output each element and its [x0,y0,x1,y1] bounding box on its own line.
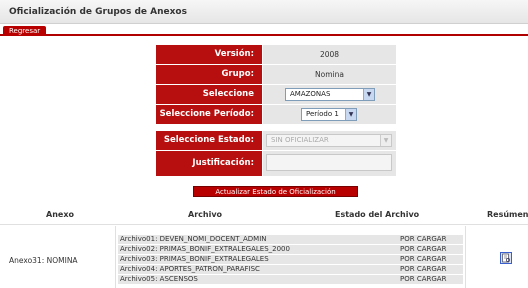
archivo-state: POR CARGAR [400,255,447,263]
anexo-name: Anexo31: NOMINA [9,256,78,265]
estado-row: Seleccione Estado: SIN OFICIALIZAR ▼ [156,131,396,150]
estado-selected-value: SIN OFICIALIZAR [271,136,329,144]
version-value: 2008 [263,45,396,64]
table-row: Archivo03: PRIMAS_BONIF_EXTRALEGALES POR… [118,255,463,264]
version-row: Versión: 2008 [156,45,396,64]
column-divider [465,226,466,288]
justificacion-row: Justificación: [156,151,396,176]
chevron-down-icon[interactable]: ▼ [345,109,356,120]
secretaria-cell: AMAZONAS ▼ [263,85,396,104]
secretaria-label: Seleccione Secretaría: [156,85,262,118]
report-icon-graphic [502,253,510,263]
column-header-estado: Estado del Archivo [335,210,420,219]
archivo-state: POR CARGAR [400,245,447,253]
archivo-name: Archivo02: PRIMAS_BONIF_EXTRALEGALES_200… [120,245,290,253]
table-row: Archivo01: DEVEN_NOMI_DOCENT_ADMIN POR C… [118,235,463,244]
column-header-anexo: Anexo [46,210,74,219]
periodo-row: Seleccione Período: Período 1 ▼ [156,105,396,124]
periodo-select[interactable]: Período 1 ▼ [301,108,357,121]
periodo-cell: Período 1 ▼ [263,105,396,124]
chevron-down-icon[interactable]: ▼ [380,135,391,146]
column-divider [115,226,116,288]
periodo-selected-value: Período 1 [306,110,339,118]
archivo-name: Archivo01: DEVEN_NOMI_DOCENT_ADMIN [120,235,267,243]
estado-select[interactable]: SIN OFICIALIZAR ▼ [266,134,392,147]
page-title: Oficialización de Grupos de Anexos [9,7,187,17]
chevron-down-icon[interactable]: ▼ [363,89,374,100]
column-header-resumen: Resúmen [487,210,528,219]
column-header-archivo: Archivo [188,210,223,219]
secretaria-selected-value: AMAZONAS [290,90,331,98]
report-icon[interactable] [500,252,512,264]
back-button[interactable]: Regresar [3,26,47,36]
justificacion-textarea[interactable] [266,154,392,171]
grupo-label: Grupo: [156,65,262,84]
archivo-state: POR CARGAR [400,235,447,243]
secretaria-select[interactable]: AMAZONAS ▼ [285,88,375,101]
estado-cell: SIN OFICIALIZAR ▼ [263,131,396,150]
update-status-button[interactable]: Actualizar Estado de Oficialización [193,186,358,197]
justificacion-label: Justificación: [156,151,262,176]
table-row: Archivo02: PRIMAS_BONIF_EXTRALEGALES_200… [118,245,463,254]
version-label: Versión: [156,45,262,64]
toolbar: Regresar [0,25,528,36]
estado-label: Seleccione Estado: [156,131,262,150]
archivo-state: POR CARGAR [400,265,447,273]
table-row: Archivo04: APORTES_PATRON_PARAFISC POR C… [118,265,463,274]
secretaria-row: Seleccione Secretaría: AMAZONAS ▼ [156,85,396,118]
archivo-name: Archivo05: ASCENSOS [120,275,198,283]
archivo-state: POR CARGAR [400,275,447,283]
archivo-name: Archivo03: PRIMAS_BONIF_EXTRALEGALES [120,255,269,263]
grupo-value: Nomina [263,65,396,84]
periodo-label: Seleccione Período: [156,105,262,124]
table-header-divider [0,224,528,225]
archivo-name: Archivo04: APORTES_PATRON_PARAFISC [120,265,260,273]
grupo-row: Grupo: Nomina [156,65,396,84]
table-row: Archivo05: ASCENSOS POR CARGAR [118,275,463,284]
page-title-bar: Oficialización de Grupos de Anexos [0,0,528,24]
